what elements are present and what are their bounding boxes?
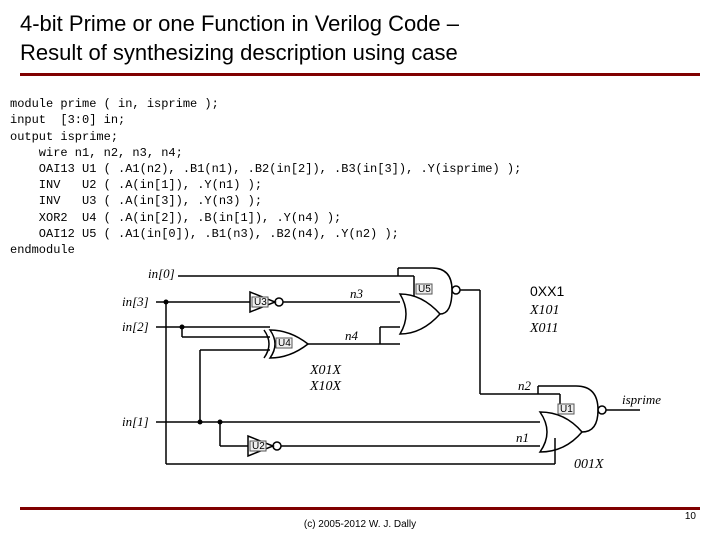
verilog-code-block: module prime ( in, isprime ); input [3:0… [10, 96, 700, 258]
annot-0xx1: 0XX1 [530, 283, 564, 299]
title-divider [20, 73, 700, 76]
schematic-diagram: in[0] in[3] in[2] in[1] U3 n3 U4 [120, 266, 680, 486]
svg-text:U2: U2 [252, 441, 265, 452]
gate-u5: U5 [398, 268, 460, 334]
svg-text:U1: U1 [560, 404, 573, 415]
svg-text:U5: U5 [418, 284, 431, 295]
label-in1: in[1] [122, 414, 149, 429]
title-line-1: 4-bit Prime or one Function in Verilog C… [20, 11, 459, 36]
label-n1: n1 [516, 430, 529, 445]
label-in3: in[3] [122, 294, 149, 309]
annot-001x: 001X [574, 457, 604, 472]
label-isprime: isprime [622, 392, 661, 407]
svg-text:U4: U4 [278, 338, 291, 349]
label-n2: n2 [518, 378, 532, 393]
annot-x101: X101 [529, 303, 560, 318]
title-line-2: Result of synthesizing description using… [20, 40, 458, 65]
svg-text:U3: U3 [254, 297, 267, 308]
gate-u2: U2 [248, 436, 281, 456]
label-in2: in[2] [122, 319, 149, 334]
gate-u1: U1 [538, 386, 606, 452]
annot-x10x: X10X [309, 379, 342, 394]
annot-x011: X011 [529, 321, 559, 336]
label-n3: n3 [350, 286, 364, 301]
footer-divider [20, 507, 700, 510]
label-n4: n4 [345, 328, 359, 343]
slide-title: 4-bit Prime or one Function in Verilog C… [20, 10, 700, 67]
gate-u4: U4 [264, 330, 308, 358]
label-in0: in[0] [148, 266, 175, 281]
annot-x01x: X01X [309, 363, 342, 378]
copyright-footer: (c) 2005-2012 W. J. Dally [0, 519, 720, 530]
page-number: 10 [685, 511, 696, 522]
gate-u3: U3 [250, 292, 283, 312]
